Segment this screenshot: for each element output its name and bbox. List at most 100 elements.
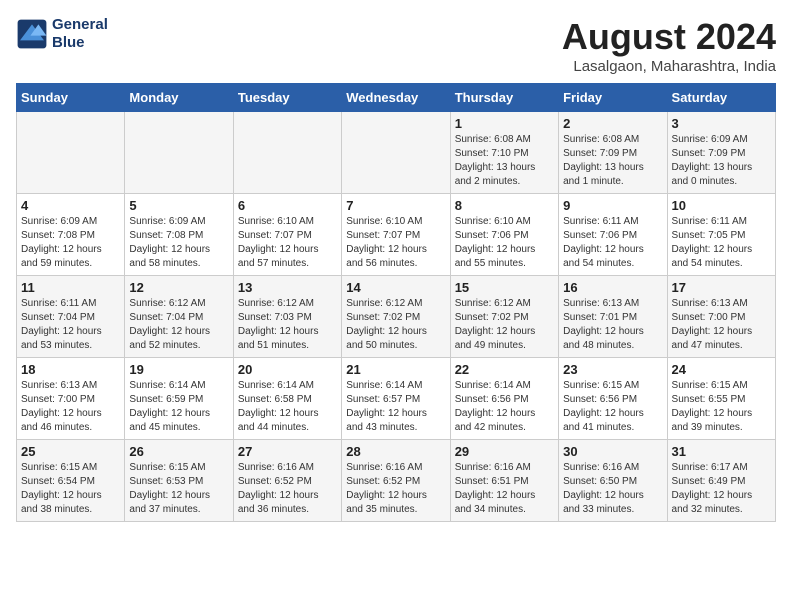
calendar-cell: 22 Sunrise: 6:14 AM Sunset: 6:56 PM Dayli… <box>450 358 558 440</box>
day-number: 26 <box>129 444 228 459</box>
day-info: Sunrise: 6:13 AM Sunset: 7:01 PM Dayligh… <box>563 297 662 353</box>
calendar-cell: 3 Sunrise: 6:09 AM Sunset: 7:09 PM Daylig… <box>667 112 775 194</box>
day-info: Sunrise: 6:11 AM Sunset: 7:06 PM Dayligh… <box>563 215 662 271</box>
day-info: Sunrise: 6:09 AM Sunset: 7:09 PM Dayligh… <box>672 133 771 189</box>
day-info: Sunrise: 6:15 AM Sunset: 6:56 PM Dayligh… <box>563 379 662 435</box>
calendar-cell: 12 Sunrise: 6:12 AM Sunset: 7:04 PM Dayli… <box>125 276 233 358</box>
day-info: Sunrise: 6:10 AM Sunset: 7:07 PM Dayligh… <box>346 215 445 271</box>
day-number: 7 <box>346 198 445 213</box>
day-number: 11 <box>21 280 120 295</box>
page-header: General Blue August 2024 Lasalgaon, Maha… <box>16 16 776 75</box>
day-info: Sunrise: 6:09 AM Sunset: 7:08 PM Dayligh… <box>21 215 120 271</box>
header-row: SundayMondayTuesdayWednesdayThursdayFrid… <box>17 84 776 112</box>
day-number: 28 <box>346 444 445 459</box>
calendar-cell: 10 Sunrise: 6:11 AM Sunset: 7:05 PM Dayli… <box>667 194 775 276</box>
day-info: Sunrise: 6:11 AM Sunset: 7:05 PM Dayligh… <box>672 215 771 271</box>
day-info: Sunrise: 6:12 AM Sunset: 7:03 PM Dayligh… <box>238 297 337 353</box>
calendar-cell: 2 Sunrise: 6:08 AM Sunset: 7:09 PM Daylig… <box>559 112 667 194</box>
location: Lasalgaon, Maharashtra, India <box>562 58 776 75</box>
day-number: 2 <box>563 116 662 131</box>
day-number: 14 <box>346 280 445 295</box>
day-info: Sunrise: 6:13 AM Sunset: 7:00 PM Dayligh… <box>672 297 771 353</box>
day-header-tuesday: Tuesday <box>233 84 341 112</box>
day-number: 19 <box>129 362 228 377</box>
calendar-cell: 5Sunrise: 6:09 AM Sunset: 7:08 PM Daylig… <box>125 194 233 276</box>
day-header-wednesday: Wednesday <box>342 84 450 112</box>
day-number: 27 <box>238 444 337 459</box>
day-number: 20 <box>238 362 337 377</box>
day-number: 25 <box>21 444 120 459</box>
calendar-cell <box>17 112 125 194</box>
day-number: 4 <box>21 198 120 213</box>
calendar-cell: 9 Sunrise: 6:11 AM Sunset: 7:06 PM Daylig… <box>559 194 667 276</box>
day-number: 10 <box>672 198 771 213</box>
calendar-table: SundayMondayTuesdayWednesdayThursdayFrid… <box>16 83 776 522</box>
calendar-cell: 6 Sunrise: 6:10 AM Sunset: 7:07 PM Daylig… <box>233 194 341 276</box>
title-block: August 2024 Lasalgaon, Maharashtra, Indi… <box>562 16 776 75</box>
logo: General Blue <box>16 16 108 52</box>
calendar-cell: 25 Sunrise: 6:15 AM Sunset: 6:54 PM Dayli… <box>17 440 125 522</box>
day-header-saturday: Saturday <box>667 84 775 112</box>
week-row-5: 25 Sunrise: 6:15 AM Sunset: 6:54 PM Dayli… <box>17 440 776 522</box>
calendar-cell: 29Sunrise: 6:16 AM Sunset: 6:51 PM Dayli… <box>450 440 558 522</box>
day-info: Sunrise: 6:12 AM Sunset: 7:04 PM Dayligh… <box>129 297 228 353</box>
calendar-cell: 23Sunrise: 6:15 AM Sunset: 6:56 PM Dayli… <box>559 358 667 440</box>
day-header-monday: Monday <box>125 84 233 112</box>
calendar-cell: 19 Sunrise: 6:14 AM Sunset: 6:59 PM Dayli… <box>125 358 233 440</box>
calendar-cell: 14 Sunrise: 6:12 AM Sunset: 7:02 PM Dayli… <box>342 276 450 358</box>
day-number: 18 <box>21 362 120 377</box>
calendar-cell: 13 Sunrise: 6:12 AM Sunset: 7:03 PM Dayli… <box>233 276 341 358</box>
week-row-2: 4 Sunrise: 6:09 AM Sunset: 7:08 PM Daylig… <box>17 194 776 276</box>
day-info: Sunrise: 6:15 AM Sunset: 6:53 PM Dayligh… <box>129 461 228 517</box>
calendar-cell: 30Sunrise: 6:16 AM Sunset: 6:50 PM Dayli… <box>559 440 667 522</box>
calendar-cell: 11 Sunrise: 6:11 AM Sunset: 7:04 PM Dayli… <box>17 276 125 358</box>
day-number: 13 <box>238 280 337 295</box>
calendar-cell <box>125 112 233 194</box>
calendar-cell: 4 Sunrise: 6:09 AM Sunset: 7:08 PM Daylig… <box>17 194 125 276</box>
day-number: 9 <box>563 198 662 213</box>
day-info: Sunrise: 6:10 AM Sunset: 7:07 PM Dayligh… <box>238 215 337 271</box>
day-info: Sunrise: 6:14 AM Sunset: 6:56 PM Dayligh… <box>455 379 554 435</box>
day-number: 22 <box>455 362 554 377</box>
day-number: 6 <box>238 198 337 213</box>
day-number: 8 <box>455 198 554 213</box>
day-info: Sunrise: 6:13 AM Sunset: 7:00 PM Dayligh… <box>21 379 120 435</box>
day-info: Sunrise: 6:10 AM Sunset: 7:06 PM Dayligh… <box>455 215 554 271</box>
day-number: 12 <box>129 280 228 295</box>
day-info: Sunrise: 6:14 AM Sunset: 6:57 PM Dayligh… <box>346 379 445 435</box>
day-number: 3 <box>672 116 771 131</box>
day-info: Sunrise: 6:08 AM Sunset: 7:09 PM Dayligh… <box>563 133 662 189</box>
day-info: Sunrise: 6:15 AM Sunset: 6:54 PM Dayligh… <box>21 461 120 517</box>
calendar-cell: 8 Sunrise: 6:10 AM Sunset: 7:06 PM Daylig… <box>450 194 558 276</box>
calendar-cell <box>342 112 450 194</box>
day-info: Sunrise: 6:16 AM Sunset: 6:50 PM Dayligh… <box>563 461 662 517</box>
calendar-cell: 28 Sunrise: 6:16 AM Sunset: 6:52 PM Dayli… <box>342 440 450 522</box>
calendar-cell: 21 Sunrise: 6:14 AM Sunset: 6:57 PM Dayli… <box>342 358 450 440</box>
day-number: 1 <box>455 116 554 131</box>
day-info: Sunrise: 6:17 AM Sunset: 6:49 PM Dayligh… <box>672 461 771 517</box>
day-info: Sunrise: 6:12 AM Sunset: 7:02 PM Dayligh… <box>455 297 554 353</box>
day-header-thursday: Thursday <box>450 84 558 112</box>
day-info: Sunrise: 6:12 AM Sunset: 7:02 PM Dayligh… <box>346 297 445 353</box>
week-row-1: 1 Sunrise: 6:08 AM Sunset: 7:10 PM Daylig… <box>17 112 776 194</box>
day-number: 21 <box>346 362 445 377</box>
calendar-cell: 17Sunrise: 6:13 AM Sunset: 7:00 PM Dayli… <box>667 276 775 358</box>
logo-text: General Blue <box>52 16 108 52</box>
calendar-cell: 24Sunrise: 6:15 AM Sunset: 6:55 PM Dayli… <box>667 358 775 440</box>
day-number: 5 <box>129 198 228 213</box>
calendar-cell <box>233 112 341 194</box>
calendar-cell: 15Sunrise: 6:12 AM Sunset: 7:02 PM Dayli… <box>450 276 558 358</box>
day-info: Sunrise: 6:16 AM Sunset: 6:52 PM Dayligh… <box>346 461 445 517</box>
day-number: 24 <box>672 362 771 377</box>
day-info: Sunrise: 6:14 AM Sunset: 6:59 PM Dayligh… <box>129 379 228 435</box>
calendar-cell: 20Sunrise: 6:14 AM Sunset: 6:58 PM Dayli… <box>233 358 341 440</box>
calendar-cell: 7 Sunrise: 6:10 AM Sunset: 7:07 PM Daylig… <box>342 194 450 276</box>
calendar-cell: 26 Sunrise: 6:15 AM Sunset: 6:53 PM Dayli… <box>125 440 233 522</box>
day-header-friday: Friday <box>559 84 667 112</box>
day-number: 31 <box>672 444 771 459</box>
calendar-cell: 1 Sunrise: 6:08 AM Sunset: 7:10 PM Daylig… <box>450 112 558 194</box>
day-info: Sunrise: 6:11 AM Sunset: 7:04 PM Dayligh… <box>21 297 120 353</box>
week-row-3: 11 Sunrise: 6:11 AM Sunset: 7:04 PM Dayli… <box>17 276 776 358</box>
day-info: Sunrise: 6:08 AM Sunset: 7:10 PM Dayligh… <box>455 133 554 189</box>
logo-icon <box>16 18 48 50</box>
